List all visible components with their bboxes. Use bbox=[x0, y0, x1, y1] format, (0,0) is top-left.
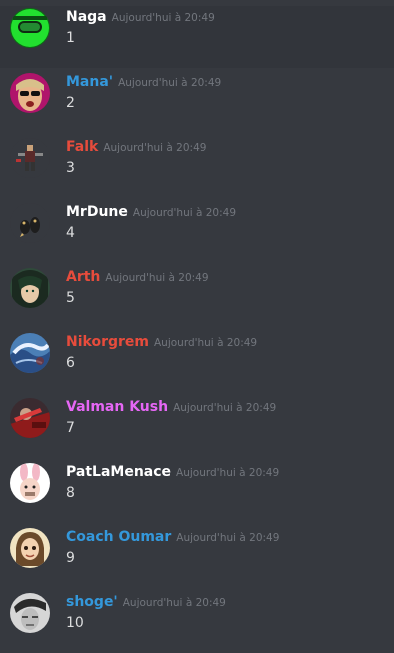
message-content: 8 bbox=[66, 485, 75, 501]
message-item[interactable]: MrDune Aujourd'hui à 20:49 4 bbox=[0, 201, 394, 263]
username[interactable]: MrDune bbox=[66, 204, 128, 220]
username[interactable]: Arth bbox=[66, 269, 100, 285]
timestamp: Aujourd'hui à 20:49 bbox=[118, 77, 222, 89]
bunny-avatar-icon[interactable] bbox=[10, 463, 50, 503]
username[interactable]: Mana' bbox=[66, 74, 113, 90]
message-content: 9 bbox=[66, 550, 75, 566]
message-content: 1 bbox=[66, 30, 75, 46]
message-item[interactable]: Falk Aujourd'hui à 20:49 3 bbox=[0, 136, 394, 198]
sunglasses-face-avatar-icon[interactable] bbox=[10, 73, 50, 113]
username[interactable]: Falk bbox=[66, 139, 98, 155]
red-figure-avatar-icon[interactable] bbox=[10, 398, 50, 438]
message-item[interactable]: Valman Kush Aujourd'hui à 20:49 7 bbox=[0, 396, 394, 458]
message-item[interactable]: Arth Aujourd'hui à 20:49 5 bbox=[0, 266, 394, 328]
message-item[interactable]: shoge' Aujourd'hui à 20:49 10 bbox=[0, 591, 394, 653]
blue-wave-avatar-icon[interactable] bbox=[10, 333, 50, 373]
message-content: 3 bbox=[66, 160, 75, 176]
message-item[interactable]: Coach Oumar Aujourd'hui à 20:49 9 bbox=[0, 526, 394, 588]
message-content: 7 bbox=[66, 420, 75, 436]
timestamp: Aujourd'hui à 20:49 bbox=[173, 402, 277, 414]
username[interactable]: Valman Kush bbox=[66, 399, 168, 415]
timestamp: Aujourd'hui à 20:49 bbox=[122, 597, 226, 609]
cartoon-woman-avatar-icon[interactable] bbox=[10, 528, 50, 568]
timestamp: Aujourd'hui à 20:49 bbox=[153, 337, 258, 349]
message-content: 5 bbox=[66, 290, 75, 306]
username[interactable]: Naga bbox=[66, 9, 107, 25]
anime-face-avatar-icon[interactable] bbox=[10, 268, 50, 308]
bird-avatar-icon[interactable] bbox=[10, 203, 50, 243]
message-content: 6 bbox=[66, 355, 75, 371]
message-content: 2 bbox=[66, 95, 75, 111]
username[interactable]: PatLaMenace bbox=[66, 464, 171, 480]
timestamp: Aujourd'hui à 20:49 bbox=[111, 12, 215, 24]
pixel-character-avatar-icon[interactable] bbox=[10, 138, 50, 178]
timestamp: Aujourd'hui à 20:49 bbox=[103, 142, 207, 154]
username[interactable]: Nikorgrem bbox=[66, 334, 149, 350]
message-content: 10 bbox=[66, 615, 84, 631]
timestamp: Aujourd'hui à 20:49 bbox=[132, 207, 237, 219]
timestamp: Aujourd'hui à 20:49 bbox=[176, 467, 280, 479]
message-content: 4 bbox=[66, 225, 75, 241]
message-item[interactable]: PatLaMenace Aujourd'hui à 20:49 8 bbox=[0, 461, 394, 523]
message-item[interactable]: Nikorgrem Aujourd'hui à 20:49 6 bbox=[0, 331, 394, 393]
green-visor-avatar-icon[interactable] bbox=[10, 8, 50, 48]
timestamp: Aujourd'hui à 20:49 bbox=[176, 532, 280, 544]
username[interactable]: Coach Oumar bbox=[66, 529, 171, 545]
message-item[interactable]: Naga Aujourd'hui à 20:49 1 bbox=[0, 6, 394, 68]
timestamp: Aujourd'hui à 20:49 bbox=[105, 272, 209, 284]
sketch-face-avatar-icon[interactable] bbox=[10, 593, 50, 633]
message-item[interactable]: Mana' Aujourd'hui à 20:49 2 bbox=[0, 71, 394, 133]
username[interactable]: shoge' bbox=[66, 594, 118, 610]
message-list: Naga Aujourd'hui à 20:49 1 Mana' Aujourd'h… bbox=[0, 0, 394, 649]
